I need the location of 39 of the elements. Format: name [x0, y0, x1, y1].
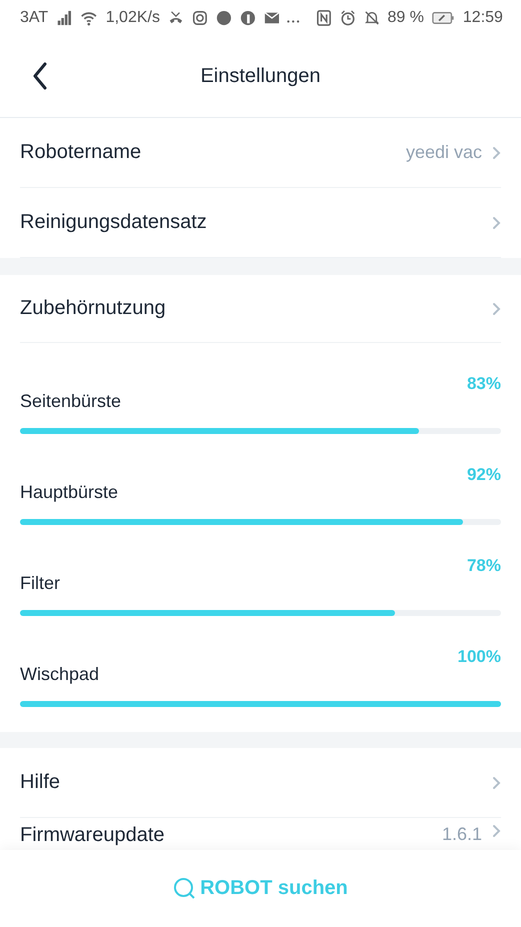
- alarm-clock-icon: [340, 9, 356, 27]
- consumable-name: Filter: [20, 572, 60, 594]
- chevron-right-icon: [492, 824, 501, 838]
- settings-row[interactable]: Zubehörnutzung: [20, 275, 501, 343]
- consumable-name: Seitenbürste: [20, 390, 122, 412]
- settings-row[interactable]: Hilfe: [20, 748, 501, 818]
- row-label: Hilfe: [20, 771, 62, 794]
- settings-row[interactable]: Robotername yeedi vac: [20, 118, 501, 188]
- row-value: yeedi vac: [406, 142, 482, 163]
- app-circle-icon: [216, 9, 232, 27]
- settings-row[interactable]: Firmwareupdate 1.6.1: [20, 818, 501, 850]
- consumable-percent: 83%: [466, 374, 501, 394]
- chevron-right-icon: [492, 776, 501, 790]
- signal-icon: [56, 9, 72, 27]
- clock-time: 12:59: [462, 9, 503, 27]
- camera-icon: [192, 9, 208, 27]
- muted-bell-icon: [364, 9, 380, 27]
- consumable-percent: 92%: [466, 465, 501, 485]
- network-speed: 1,02K/s: [106, 9, 160, 27]
- battery-percent: 89 %: [387, 9, 424, 27]
- consumable-name: Hauptbürste: [20, 481, 118, 503]
- row-label: Zubehörnutzung: [20, 297, 167, 320]
- app-circle-icon: [240, 9, 256, 27]
- consumable-percent: 78%: [466, 556, 501, 576]
- carrier-text: 3AT: [20, 9, 48, 27]
- row-label: Firmwareupdate: [20, 824, 166, 847]
- more-icon: [287, 20, 300, 22]
- chevron-right-icon: [492, 302, 501, 316]
- search-icon: [173, 876, 198, 900]
- consumable-percent: 100%: [458, 647, 501, 667]
- battery-icon: [432, 9, 455, 27]
- row-label: Robotername: [20, 141, 142, 164]
- nfc-icon: [316, 9, 332, 27]
- chevron-right-icon: [492, 146, 501, 160]
- row-label: Reinigungsdatensatz: [20, 211, 208, 234]
- page-title: Einstellungen: [200, 65, 321, 88]
- row-value: 1.6.1: [442, 824, 482, 845]
- consumable-name: Wischpad: [20, 663, 100, 685]
- chevron-right-icon: [492, 216, 501, 230]
